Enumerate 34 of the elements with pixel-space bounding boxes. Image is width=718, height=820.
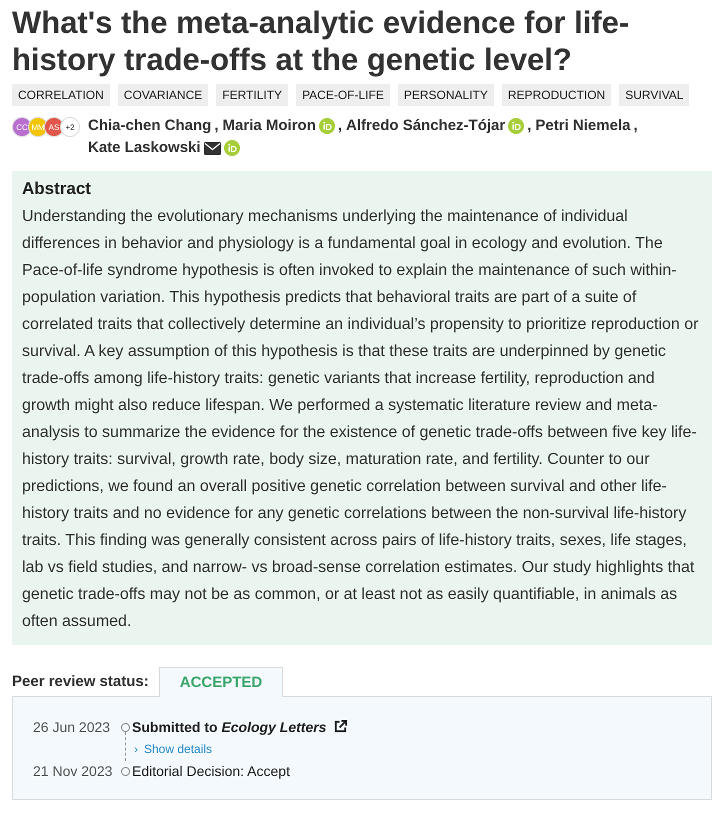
author-avatar[interactable]: AS (44, 117, 64, 137)
article-title: What's the meta-analytic evidence for life-history trade-offs at the genetic level? (12, 4, 630, 78)
event-text: Submitted to Ecology Letters (132, 719, 326, 735)
timeline-dot (120, 767, 130, 776)
comma: , (338, 116, 342, 136)
keyword-tag[interactable]: PERSONALITY (398, 84, 494, 106)
orcid-icon[interactable] (508, 118, 524, 134)
orcid-icon[interactable] (318, 118, 335, 134)
author-avatar[interactable]: +2 (60, 117, 80, 137)
comma: , (527, 116, 532, 136)
mail-icon[interactable] (204, 142, 221, 154)
keyword-tag[interactable]: CORRELATION (12, 84, 110, 106)
author-name[interactable]: Chia-chen Chang (88, 115, 212, 137)
keyword-tag[interactable]: COVARIANCE (118, 84, 208, 106)
author-name[interactable]: Alfredo Sánchez-Tójar (346, 115, 506, 137)
author-name[interactable]: Maria Moiron (222, 115, 316, 137)
comma: , (214, 116, 219, 136)
chevron-icon: › (134, 742, 138, 756)
event-date: 21 Nov 2023 (33, 762, 114, 781)
keyword-tag[interactable]: REPRODUCTION (502, 84, 612, 106)
show-details-link[interactable]: Show details (144, 739, 212, 759)
author-name[interactable]: Kate Laskowski (88, 137, 201, 159)
abstract-text: Understanding the evolutionary mechanisms underlying the maintenance of individual differences in behavior and physiology is a fundamental goal in ecology and evolution. The Pace-of-life syndrome hypothesis is often invoked to explain the maintenance of such within-population variation. This hypothesis predicts that behavioral traits are part of a suite of correlated traits that collectively determine an individual’s propensity to prioritize reproduction or survival. A key assumption of this hypothesis is that these traits are underpinned by genetic trade-offs among life-history traits: genetic variants that increase fertility, reproduction and growth might also reduce lifespan. We performed a systematic literature review and meta-analysis to summarize the evidence for the existence of genetic trade-offs between five key life-history traits: survival, growth rate, body size, maturation rate, and fertility. Counter to our predictions, we found an overall positive genetic correlation between survival and other life-history traits and no evidence for any genetic correlations between the non-survival life-history traits. This finding was generally consistent across pairs of life-history traits, sexes, life stages, lab vs field studies, and narrow- vs broad-sense correlation estimates. Our study highlights that genetic trade-offs may not be as common, or at least not as easily quantifiable, in animals as often assumed. (22, 207, 700, 632)
external-link-icon[interactable] (333, 719, 348, 734)
keyword-tag[interactable]: FERTILITY (216, 84, 288, 106)
abstract-heading: Abstract (22, 179, 92, 199)
event-date: 26 Jun 2023 (33, 718, 112, 737)
comma: , (633, 116, 638, 136)
keyword-tag[interactable]: SURVIVAL (619, 84, 690, 106)
peer-review-label: Peer review status: (12, 673, 150, 692)
timeline-dot (120, 723, 130, 732)
author-name[interactable]: Petri Niemela (535, 115, 630, 137)
event-text: Editorial Decision: Accept (132, 763, 290, 779)
keyword-tag[interactable]: PACE-OF-LIFE (296, 84, 390, 106)
